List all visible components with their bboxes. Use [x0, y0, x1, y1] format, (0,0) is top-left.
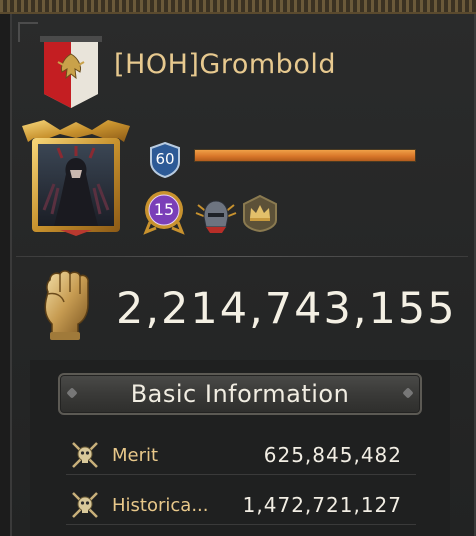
- info-row-historical[interactable]: Historica... 1,472,721,127: [60, 484, 420, 526]
- player-name: [HOH]Grombold: [114, 49, 336, 80]
- top-frame-border: [0, 0, 476, 14]
- vip-badge[interactable]: 15: [142, 188, 186, 236]
- row-separator: [66, 524, 416, 525]
- row-separator: [66, 474, 416, 475]
- merit-value: 625,845,482: [263, 443, 402, 467]
- player-avatar[interactable]: [14, 118, 138, 238]
- merit-label: Merit: [112, 445, 159, 466]
- fist-icon: [44, 270, 89, 340]
- helm-emblem-icon[interactable]: [194, 195, 238, 235]
- historical-label: Historica...: [112, 495, 209, 516]
- level-badge: 60: [148, 141, 182, 179]
- experience-bar-fill: [195, 150, 415, 161]
- experience-bar: [194, 149, 416, 162]
- level-value: 60: [155, 150, 175, 168]
- power-value: 2,214,743,155: [116, 284, 457, 334]
- info-row-merit[interactable]: Merit 625,845,482: [60, 434, 420, 476]
- skull-crest-icon: [72, 492, 98, 518]
- basic-info-title: Basic Information: [130, 380, 350, 408]
- vip-level: 15: [153, 200, 175, 219]
- corner-ornament: [18, 22, 38, 42]
- alliance-banner-icon[interactable]: [40, 36, 102, 110]
- skull-crest-icon: [72, 442, 98, 468]
- section-divider: [16, 256, 468, 257]
- historical-value: 1,472,721,127: [242, 493, 402, 517]
- crown-emblem-icon[interactable]: [242, 194, 278, 232]
